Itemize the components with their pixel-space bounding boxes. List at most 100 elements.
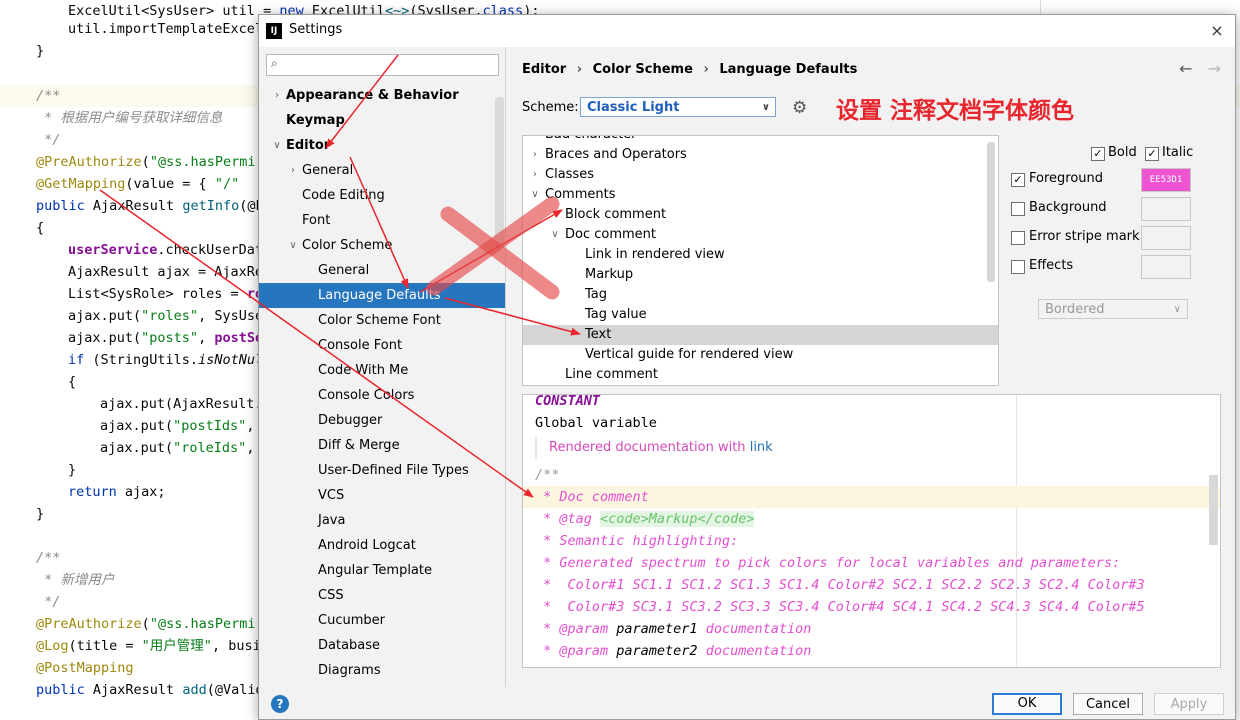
doc-param-tag: * @param <box>535 643 617 659</box>
error-stripe-checkbox[interactable] <box>1011 231 1025 245</box>
back-arrow-icon[interactable]: ← <box>1179 59 1192 78</box>
attribute-item-classes[interactable]: › Classes <box>523 165 998 185</box>
effects-color-swatch[interactable] <box>1141 255 1191 279</box>
chevron-down-icon[interactable]: ∨ <box>529 185 541 205</box>
chevron-down-icon: ∨ <box>1173 304 1181 315</box>
foreground-label: Foreground <box>1029 171 1104 186</box>
apply-button[interactable]: Apply <box>1154 693 1224 715</box>
effects-checkbox[interactable] <box>1011 260 1025 274</box>
foreground-checkbox[interactable]: ✓ <box>1011 173 1025 187</box>
tree-scrollbar[interactable] <box>495 97 504 247</box>
tree-item-label: General <box>302 163 354 178</box>
code-line-text: userService.checkUserDat <box>68 239 263 261</box>
chevron-down-icon[interactable]: ∨ <box>271 133 283 158</box>
breadcrumb-item: Language Defaults <box>719 62 858 77</box>
chevron-right-icon[interactable]: › <box>529 165 541 185</box>
error-stripe-color-swatch[interactable] <box>1141 226 1191 250</box>
tree-item-label: Code With Me <box>318 363 409 378</box>
code-token: , <box>246 440 255 456</box>
tree-item-user-defined-file-types[interactable]: User-Defined File Types <box>259 458 505 483</box>
preview-line: * Color#3 SC3.1 SC3.2 SC3.3 SC3.4 Color#… <box>523 596 1220 618</box>
tree-item-general[interactable]: › General <box>259 158 505 183</box>
effects-type-dropdown[interactable]: Bordered ∨ <box>1038 299 1188 319</box>
preview-scrollbar[interactable] <box>1209 475 1218 545</box>
annotation-text: 设置 注释文档字体颜色 <box>836 98 1075 124</box>
attribute-item-bad-character[interactable]: Bad character <box>523 136 998 145</box>
preview-line: * Semantic highlighting: <box>523 530 1220 552</box>
chevron-down-icon[interactable]: ∨ <box>287 233 299 258</box>
tree-item-appearance-behavior[interactable]: › Appearance & Behavior <box>259 83 505 108</box>
tree-item-cucumber[interactable]: Cucumber <box>259 608 505 633</box>
color-preview[interactable]: CONSTANT Global variable Rendered docume… <box>522 394 1221 668</box>
chevron-right-icon[interactable]: › <box>287 158 299 183</box>
tree-item-angular-template[interactable]: Angular Template <box>259 558 505 583</box>
background-label: Background <box>1029 200 1107 215</box>
tree-item-language-defaults[interactable]: Language Defaults <box>259 283 505 308</box>
code-line-text: * 根据用户编号获取详细信息 <box>36 107 222 129</box>
tree-item-code-with-me[interactable]: Code With Me <box>259 358 505 383</box>
tree-item-general[interactable]: General <box>259 258 505 283</box>
cancel-button[interactable]: Cancel <box>1073 693 1143 715</box>
breadcrumb-item[interactable]: Color Scheme <box>593 62 693 77</box>
attribute-tree-scrollbar[interactable] <box>987 142 995 282</box>
scheme-dropdown-value: Classic Light <box>587 100 680 115</box>
tree-item-editor[interactable]: ∨ Editor <box>259 133 505 158</box>
tree-item-color-scheme[interactable]: ∨ Color Scheme <box>259 233 505 258</box>
code-token: @GetMapping <box>36 176 126 192</box>
background-color-swatch[interactable] <box>1141 197 1191 221</box>
attribute-item-vertical-guide-for-rendered-view[interactable]: Vertical guide for rendered view <box>523 345 998 365</box>
attribute-item-link-in-rendered-view[interactable]: Link in rendered view <box>523 245 998 265</box>
attribute-item-label: Block comment <box>565 207 667 222</box>
help-icon[interactable]: ? <box>271 695 289 713</box>
background-checkbox[interactable] <box>1011 202 1025 216</box>
gear-icon[interactable]: ⚙ <box>792 98 807 118</box>
chevron-right-icon[interactable]: › <box>271 83 283 108</box>
tree-item-css[interactable]: CSS <box>259 583 505 608</box>
tree-item-label: CSS <box>318 588 344 603</box>
tree-item-color-scheme-font[interactable]: Color Scheme Font <box>259 308 505 333</box>
error-stripe-label: Error stripe mark <box>1029 229 1140 244</box>
code-token: "roles" <box>141 308 199 324</box>
settings-search-input[interactable]: ⌕ <box>266 54 499 76</box>
code-token: { <box>68 374 77 390</box>
close-icon[interactable]: × <box>1205 19 1229 43</box>
scheme-dropdown[interactable]: Classic Light ∨ <box>580 97 776 117</box>
chevron-down-icon[interactable]: ∨ <box>549 225 561 245</box>
tree-item-android-logcat[interactable]: Android Logcat <box>259 533 505 558</box>
attribute-item-tag[interactable]: Tag <box>523 285 998 305</box>
tree-item-font[interactable]: Font <box>259 208 505 233</box>
ok-button[interactable]: OK <box>992 693 1062 715</box>
tree-item-code-editing[interactable]: Code Editing <box>259 183 505 208</box>
code-line-text: public AjaxResult getInfo(@P <box>36 195 264 217</box>
code-token: ExcelUtil<SysUser> util = <box>68 3 280 19</box>
tree-item-diagrams[interactable]: Diagrams <box>259 658 505 683</box>
tree-item-debugger[interactable]: Debugger <box>259 408 505 433</box>
attribute-options: ✓ Bold ✓ Italic ✓ Foreground EE53D1 Back… <box>1011 145 1231 347</box>
doc-param-name: parameter2 <box>616 643 698 659</box>
bold-label: Bold <box>1108 145 1137 160</box>
tree-item-console-font[interactable]: Console Font <box>259 333 505 358</box>
tree-item-vcs[interactable]: VCS <box>259 483 505 508</box>
attribute-item-markup[interactable]: Markup <box>523 265 998 285</box>
tree-item-console-colors[interactable]: Console Colors <box>259 383 505 408</box>
breadcrumb-item[interactable]: Editor <box>522 62 566 77</box>
chevron-right-icon[interactable]: › <box>529 145 541 165</box>
bold-checkbox[interactable]: ✓ <box>1091 147 1105 161</box>
rendered-doc-link[interactable]: link <box>750 440 773 455</box>
attribute-item-braces-and-operators[interactable]: › Braces and Operators <box>523 145 998 165</box>
tree-item-keymap[interactable]: Keymap <box>259 108 505 133</box>
foreground-color-swatch[interactable]: EE53D1 <box>1141 168 1191 192</box>
attribute-item-comments[interactable]: ∨ Comments <box>523 185 998 205</box>
code-line-text: @PreAuthorize("@ss.hasPermi( <box>36 613 264 635</box>
forward-arrow-icon[interactable]: → <box>1208 59 1221 78</box>
attribute-item-text[interactable]: Text <box>523 325 998 345</box>
tree-item-diff-merge[interactable]: Diff & Merge <box>259 433 505 458</box>
attribute-item-block-comment[interactable]: Block comment <box>523 205 998 225</box>
tree-item-java[interactable]: Java <box>259 508 505 533</box>
preview-line: /** <box>523 464 1220 486</box>
attribute-item-doc-comment[interactable]: ∨ Doc comment <box>523 225 998 245</box>
attribute-item-tag-value[interactable]: Tag value <box>523 305 998 325</box>
attribute-item-line-comment[interactable]: Line comment <box>523 365 998 385</box>
tree-item-database[interactable]: Database <box>259 633 505 658</box>
italic-checkbox[interactable]: ✓ <box>1145 147 1159 161</box>
